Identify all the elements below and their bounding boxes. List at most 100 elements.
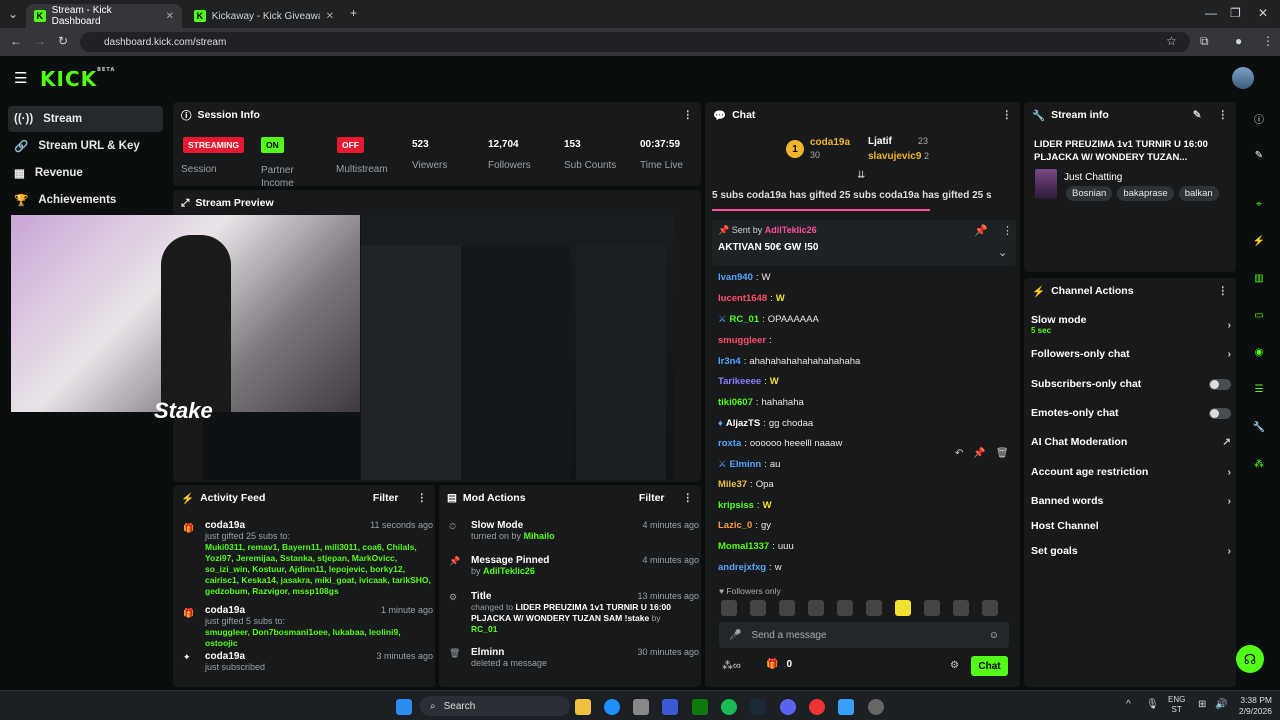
xbox-icon[interactable] bbox=[692, 699, 708, 715]
profile-icon[interactable]: ● bbox=[1235, 34, 1242, 48]
chat-username[interactable]: tiki0607 bbox=[718, 397, 753, 408]
mod-action-user[interactable]: Mihailo bbox=[524, 531, 555, 541]
extensions-icon[interactable]: ⧉ bbox=[1200, 34, 1209, 49]
mod-action-user[interactable]: RC_01 bbox=[471, 624, 497, 634]
send-chat-button[interactable]: Chat bbox=[971, 656, 1008, 676]
chevron-down-icon[interactable]: ⌄ bbox=[998, 246, 1007, 259]
clock[interactable]: 3:38 PM 2/9/2026 bbox=[1230, 695, 1272, 717]
chat-username[interactable]: andrejxfxg bbox=[718, 562, 766, 573]
sidebar-item-revenue[interactable]: ▦ Revenue bbox=[8, 160, 163, 186]
chat-username[interactable]: Lazic_0 bbox=[718, 520, 752, 531]
sidebar-item-stream-url-key[interactable]: 🔗 Stream URL & Key bbox=[8, 133, 163, 159]
emote-icon[interactable] bbox=[982, 600, 998, 616]
banned-words-row[interactable]: Banned words › bbox=[1031, 495, 1231, 507]
more-options-icon[interactable]: ⋮ bbox=[1002, 109, 1013, 121]
mod-action-user[interactable]: AdilTeklic26 bbox=[483, 566, 535, 576]
slow-mode-row[interactable]: Slow mode 5 sec › bbox=[1031, 314, 1231, 335]
minimize-icon[interactable]: — bbox=[1205, 6, 1217, 20]
chat-username[interactable]: Momal1337 bbox=[718, 541, 769, 552]
close-window-icon[interactable]: ✕ bbox=[1258, 6, 1268, 20]
more-options-icon[interactable]: ⋮ bbox=[417, 492, 428, 504]
tab-list-icon[interactable]: ⌄ bbox=[8, 7, 18, 21]
more-options-icon[interactable]: ⋮ bbox=[683, 492, 694, 504]
top-gifter-2-name[interactable]: Ljatif bbox=[868, 136, 892, 147]
emote-icon[interactable] bbox=[895, 600, 911, 616]
more-options-icon[interactable]: ⋮ bbox=[1218, 109, 1229, 121]
subscribers-only-toggle[interactable] bbox=[1209, 378, 1231, 390]
unpin-icon[interactable]: 📌 bbox=[974, 224, 988, 237]
chat-username[interactable]: lucent1648 bbox=[718, 293, 767, 304]
store-icon[interactable] bbox=[633, 699, 649, 715]
account-age-row[interactable]: Account age restriction › bbox=[1031, 466, 1231, 478]
chat-username[interactable]: Mile37 bbox=[718, 479, 747, 490]
info-rail-icon[interactable]: ⓘ bbox=[1250, 109, 1268, 127]
address-bar[interactable]: dashboard.kick.com/stream bbox=[80, 32, 1190, 52]
tag-chip[interactable]: Bosnian bbox=[1066, 186, 1113, 201]
chat-username[interactable]: AljazTS bbox=[726, 418, 760, 429]
apps-rail-icon[interactable]: ⁂ bbox=[1250, 455, 1268, 473]
bolt-rail-icon[interactable]: ⚡ bbox=[1250, 232, 1268, 250]
app-icon[interactable] bbox=[662, 699, 678, 715]
filter-button[interactable]: Filter bbox=[373, 492, 399, 504]
back-icon[interactable]: ← bbox=[10, 34, 22, 48]
chat-username[interactable]: Ir3n4 bbox=[718, 356, 741, 367]
category-thumbnail[interactable] bbox=[1035, 169, 1057, 199]
tab-kickaway[interactable]: K Kickaway - Kick Giveaway Tool ✕ bbox=[186, 4, 342, 28]
emote-icon[interactable] bbox=[808, 600, 824, 616]
chrome-icon[interactable] bbox=[809, 699, 825, 715]
pinned-options-icon[interactable]: ⋮ bbox=[1002, 224, 1013, 237]
emote-icon[interactable] bbox=[721, 600, 737, 616]
ai-moderation-row[interactable]: AI Chat Moderation ↗ bbox=[1031, 436, 1231, 448]
gift-box-icon[interactable]: 🎁 bbox=[766, 659, 778, 670]
spotify-icon[interactable] bbox=[721, 699, 737, 715]
chat-username[interactable]: RC_01 bbox=[730, 314, 760, 325]
top-gifter-1-name[interactable]: coda19a bbox=[810, 137, 850, 148]
kick-logo[interactable]: KICKBETA bbox=[40, 67, 115, 91]
delete-message-icon[interactable]: 🗑 bbox=[996, 448, 1009, 464]
bookmark-star-icon[interactable]: ☆ bbox=[1166, 34, 1177, 48]
set-goals-row[interactable]: Set goals › bbox=[1031, 545, 1231, 557]
discord-icon[interactable] bbox=[780, 699, 796, 715]
chat-username[interactable]: kripsiss bbox=[718, 500, 754, 511]
support-headset-button[interactable]: ☊ bbox=[1236, 645, 1264, 673]
top-gifter-3-name[interactable]: slavujevic9 bbox=[868, 151, 921, 162]
close-tab-icon[interactable]: ✕ bbox=[166, 11, 174, 22]
user-avatar[interactable] bbox=[1232, 67, 1254, 89]
close-tab-icon[interactable]: ✕ bbox=[326, 11, 334, 22]
tag-chip[interactable]: bakaprase bbox=[1117, 186, 1174, 201]
chat-username[interactable]: smuggleer bbox=[718, 335, 766, 346]
tag-chip[interactable]: balkan bbox=[1178, 186, 1219, 201]
collapse-icon[interactable]: ⇊ bbox=[857, 170, 865, 181]
maximize-icon[interactable]: ❐ bbox=[1230, 6, 1241, 20]
hamburger-menu-icon[interactable]: ☰ bbox=[14, 69, 27, 87]
browser-menu-icon[interactable]: ⋮ bbox=[1262, 34, 1274, 48]
taskbar-search[interactable]: ⌕ Search bbox=[420, 696, 570, 716]
reload-icon[interactable]: ↻ bbox=[58, 34, 68, 48]
host-channel-row[interactable]: Host Channel bbox=[1031, 520, 1231, 532]
list-rail-icon[interactable]: ☰ bbox=[1250, 380, 1268, 398]
emotes-only-toggle[interactable] bbox=[1209, 407, 1231, 419]
tray-chevron-icon[interactable]: ^ bbox=[1126, 699, 1131, 710]
notepad-icon[interactable] bbox=[838, 699, 854, 715]
emote-icon[interactable] bbox=[779, 600, 795, 616]
sidebar-item-achievements[interactable]: 🏆 Achievements bbox=[8, 187, 163, 213]
network-icon[interactable]: ⊞ bbox=[1198, 699, 1206, 710]
broadcast-rail-icon[interactable]: ◉ bbox=[1250, 343, 1268, 361]
chat-input[interactable]: 🎤 Send a message ☺ bbox=[719, 622, 1009, 648]
app-icon[interactable] bbox=[868, 699, 884, 715]
forward-icon[interactable]: → bbox=[34, 34, 46, 48]
chat-settings-icon[interactable]: ⚙ bbox=[950, 660, 959, 671]
steam-icon[interactable] bbox=[750, 699, 766, 715]
reply-icon[interactable]: ↶ bbox=[955, 448, 963, 464]
emote-icon[interactable] bbox=[866, 600, 882, 616]
emote-icon[interactable] bbox=[953, 600, 969, 616]
pinned-user[interactable]: AdilTeklic26 bbox=[765, 225, 817, 235]
emoji-picker-icon[interactable]: ☺ bbox=[989, 630, 999, 641]
pen-rail-icon[interactable]: ✎ bbox=[1250, 146, 1268, 164]
edge-icon[interactable] bbox=[604, 699, 620, 715]
chat-username[interactable]: Ivan940 bbox=[718, 272, 753, 283]
more-options-icon[interactable]: ⋮ bbox=[683, 109, 694, 121]
clipboard-rail-icon[interactable]: ▥ bbox=[1250, 269, 1268, 287]
filter-button[interactable]: Filter bbox=[639, 492, 665, 504]
new-tab-icon[interactable]: + bbox=[350, 6, 357, 20]
